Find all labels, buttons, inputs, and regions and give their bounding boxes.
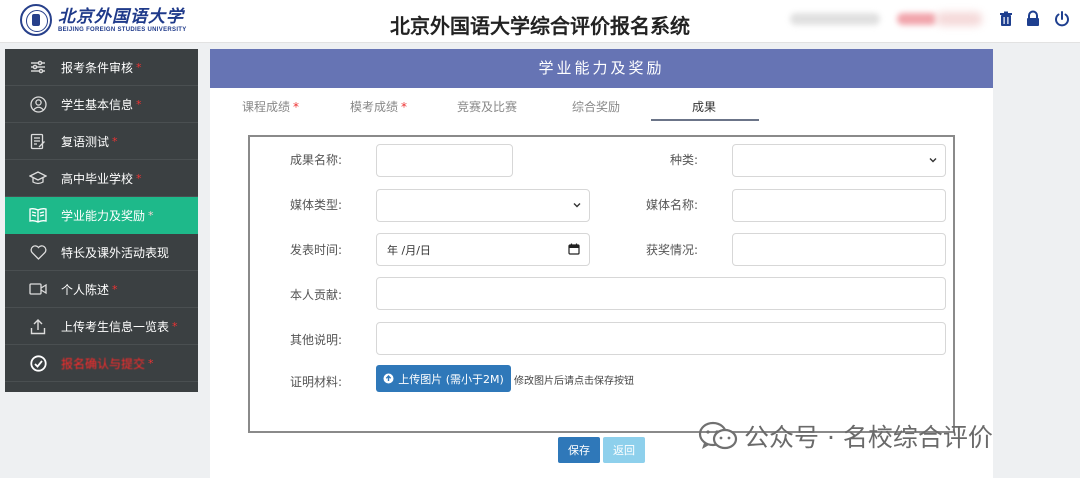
tab-bar: 课程成绩 * 模考成绩 * 竞赛及比赛 综合奖励 成果 [210,88,993,122]
publish-time-label: 发表时间: [290,243,343,257]
graduation-cap-icon [27,167,49,189]
active-tab-underline [651,119,759,121]
tab-label: 综合奖励 [572,100,621,114]
user-info-redacted [790,13,880,25]
top-header: 北京外国语大学 BEIJING FOREIGN STUDIES UNIVERSI… [0,0,1080,43]
user-circle-icon [27,93,49,115]
tab-course-grades[interactable]: 课程成绩 * [242,98,299,115]
sidebar-item-academic-awards[interactable]: 学业能力及奖励 * [5,197,198,234]
sidebar-item-high-school[interactable]: 高中毕业学校 * [5,160,198,197]
sidebar-item-eligibility-review[interactable]: 报考条件审核 * [5,49,198,86]
required-star: * [148,208,154,222]
save-button[interactable]: 保存 [558,437,600,463]
user-info-redacted-2 [897,13,937,25]
media-name-input[interactable] [732,189,946,222]
tab-label: 课程成绩 [242,100,291,114]
back-button[interactable]: 返回 [603,437,645,463]
power-icon[interactable] [1053,10,1071,28]
chevron-down-icon [929,158,937,163]
sidebar-item-label: 报考条件审核 [61,60,134,75]
sliders-icon [27,56,49,78]
tab-mock-exam[interactable]: 模考成绩 * [350,98,407,115]
other-notes-input[interactable] [376,322,946,355]
required-star: * [172,319,178,333]
user-info-redacted-3 [936,12,982,26]
award-status-label: 获奖情况: [646,243,699,257]
achievement-name-label: 成果名称: [290,153,343,167]
category-label: 种类: [670,153,699,167]
required-star: * [136,171,142,185]
sidebar-item-label: 学业能力及奖励 [61,208,146,223]
watermark-text: 公众号 · 名校综合评价 [744,423,993,452]
sidebar-item-talents-activities[interactable]: 特长及课外活动表现 [5,234,198,271]
logo-chinese-name: 北京外国语大学 [58,7,184,27]
sidebar-item-label: 高中毕业学校 [61,171,134,186]
required-star: * [148,356,154,370]
calendar-icon[interactable] [568,243,580,255]
university-seal-icon [20,4,52,36]
check-circle-icon [27,352,49,374]
other-notes-label: 其他说明: [290,333,343,347]
required-star: * [136,97,142,111]
video-icon [27,278,49,300]
media-type-select[interactable] [376,189,590,222]
category-select[interactable] [732,144,946,177]
tab-comprehensive-awards[interactable]: 综合奖励 [572,98,620,115]
media-name-label: 媒体名称: [646,198,699,212]
sidebar-item-label: 学生基本信息 [61,97,134,112]
upload-image-button[interactable]: 上传图片 (需小于2M) [376,365,511,392]
sidebar-item-language-test[interactable]: 复语测试 * [5,123,198,160]
heart-icon [27,241,49,263]
sidebar-item-personal-statement[interactable]: 个人陈述 * [5,271,198,308]
required-star: * [112,134,118,148]
upload-icon [27,315,49,337]
upload-hint: 修改图片后请点击保存按钮 [514,376,634,387]
sidebar-item-label: 特长及课外活动表现 [61,245,170,260]
media-type-label: 媒体类型: [290,198,343,212]
upload-arrow-icon [383,373,394,384]
logo-text: 北京外国语大学 BEIJING FOREIGN STUDIES UNIVERSI… [58,7,187,33]
sidebar-item-student-info[interactable]: 学生基本信息 * [5,86,198,123]
sidebar-item-label: 个人陈述 [61,282,110,297]
required-star: * [112,282,118,296]
award-status-input[interactable] [732,233,946,266]
required-star: * [136,60,142,74]
tab-achievements[interactable]: 成果 [692,98,716,115]
achievement-name-input[interactable] [376,144,513,177]
book-icon [27,204,49,226]
tab-label: 竞赛及比赛 [457,100,518,114]
main-panel: 学业能力及奖励 课程成绩 * 模考成绩 * 竞赛及比赛 综合奖励 成果 成果名称: … [210,49,993,478]
upload-button-label: 上传图片 (需小于2M) [398,372,504,386]
publish-date-input[interactable]: 年 /月/日 [376,233,590,266]
trash-icon[interactable] [997,10,1015,28]
wechat-watermark: 公众号 · 名校综合评价 [698,418,993,454]
sidebar-item-upload-info-sheet[interactable]: 上传考生信息一览表 * [5,308,198,345]
required-star: * [293,100,300,114]
sidebar-item-label: 报名确认与提交 [61,356,146,371]
sidebar-item-label: 复语测试 [61,134,110,149]
tab-label: 成果 [692,100,717,114]
lock-icon[interactable] [1024,10,1042,28]
tab-competitions[interactable]: 竞赛及比赛 [457,98,517,115]
chevron-down-icon [573,203,581,208]
university-logo[interactable]: 北京外国语大学 BEIJING FOREIGN STUDIES UNIVERSI… [20,4,187,36]
required-star: * [401,100,408,114]
section-banner: 学业能力及奖励 [210,49,993,88]
wechat-icon [698,421,738,450]
sidebar-item-confirm-submit[interactable]: 报名确认与提交 * [5,345,198,382]
date-placeholder: 年 /月/日 [387,243,431,257]
edit-doc-icon [27,130,49,152]
tab-label: 模考成绩 [350,100,399,114]
proof-material-label: 证明材料: [290,375,343,389]
contribution-label: 本人贡献: [290,288,343,302]
contribution-input[interactable] [376,277,946,310]
sidebar-item-label: 上传考生信息一览表 [61,319,170,334]
achievement-form: 成果名称: 种类: 媒体类型: 媒体名称: 发表时间: 年 /月/日 获奖情况:… [248,135,955,433]
logo-english-name: BEIJING FOREIGN STUDIES UNIVERSITY [58,27,187,33]
sidebar-nav: 报考条件审核 * 学生基本信息 * 复语测试 * 高中毕业学校 * 学业能力及奖励 * 特… [5,49,198,392]
